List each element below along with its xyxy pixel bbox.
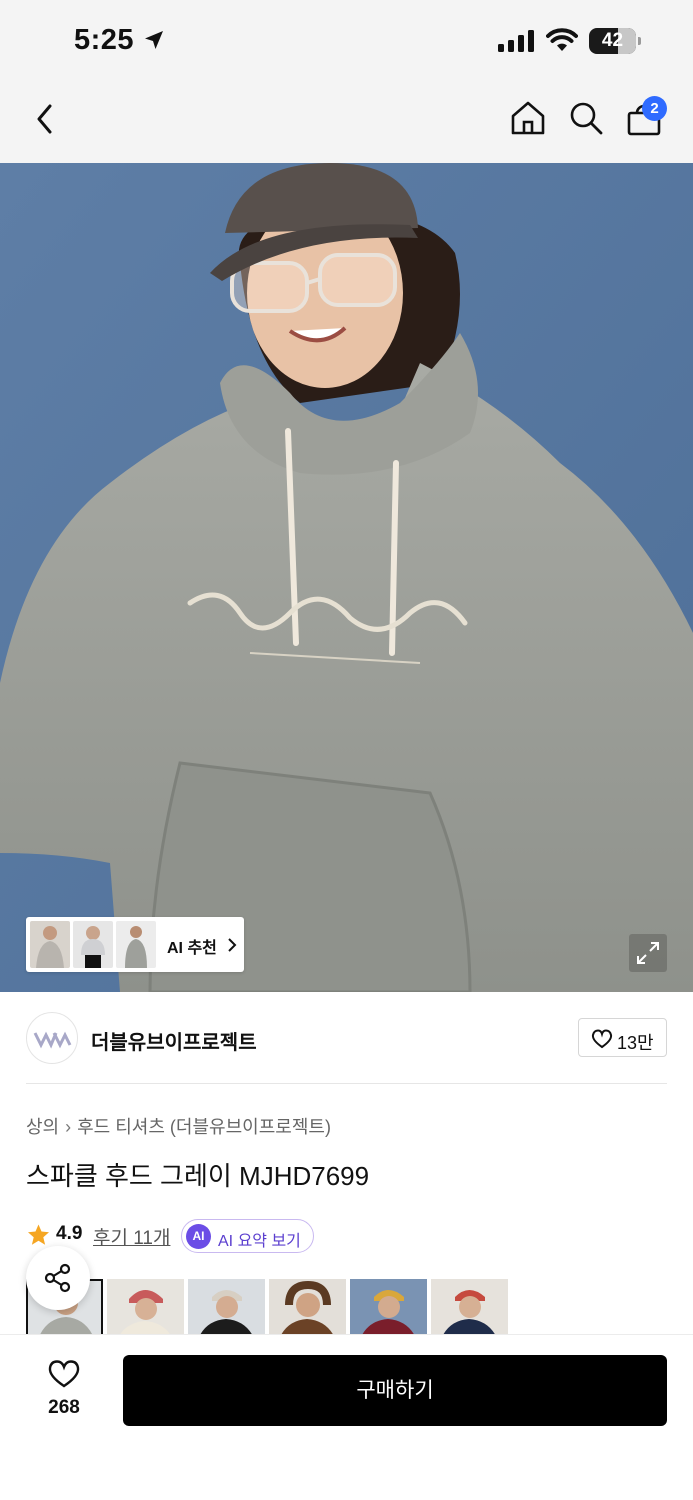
- product-title: 스파클 후드 그레이 MJHD7699: [26, 1161, 370, 1191]
- product-photo-illustration: [0, 163, 693, 992]
- ai-recommend-label: AI 추천: [167, 940, 217, 957]
- cart-count-badge: 2: [642, 96, 667, 121]
- bottom-action-bar: 268 구매하기: [0, 1334, 693, 1500]
- heart-outline-icon: [591, 1029, 613, 1049]
- color-option-strip: [26, 1279, 526, 1334]
- breadcrumb-category[interactable]: 상의: [26, 1117, 59, 1137]
- color-option-thumbnail[interactable]: [431, 1279, 508, 1334]
- ai-recommend-button[interactable]: AI 추천: [26, 917, 244, 972]
- chevron-right-icon: [228, 938, 237, 952]
- wifi-icon: [546, 28, 578, 51]
- color-option-thumbnail[interactable]: [350, 1279, 427, 1334]
- brand-like-button[interactable]: 13만: [578, 1018, 667, 1057]
- rating-score: 4.9: [56, 1223, 83, 1244]
- back-chevron-icon[interactable]: [32, 102, 58, 136]
- battery-level: 42: [601, 30, 624, 51]
- breadcrumb-chevron-icon: ›: [65, 1117, 72, 1137]
- wishlist-heart-icon[interactable]: [47, 1359, 81, 1389]
- rating-row: 4.9 후기 11개 AI AI 요약 보기: [26, 1219, 667, 1253]
- ai-summary-label: AI 요약 보기: [218, 1233, 301, 1250]
- share-icon: [44, 1263, 71, 1293]
- star-icon: [28, 1224, 49, 1245]
- buy-button[interactable]: 구매하기: [123, 1355, 667, 1426]
- brand-row[interactable]: 더블유브이프로젝트 13만: [0, 992, 693, 1084]
- color-option-thumbnail[interactable]: [269, 1279, 346, 1334]
- brand-logo[interactable]: [26, 1012, 78, 1064]
- recommend-thumbnail: [73, 921, 113, 968]
- breadcrumb-subcategory[interactable]: 후드 티셔츠 (더블유브이프로젝트): [77, 1117, 331, 1137]
- product-main-image[interactable]: AI 추천: [0, 163, 693, 992]
- ai-summary-button[interactable]: AI AI 요약 보기: [181, 1219, 314, 1253]
- fullscreen-expand-icon[interactable]: [629, 934, 667, 972]
- cellular-signal-icon: [498, 30, 534, 52]
- location-arrow-icon: [145, 31, 163, 49]
- wishlist-count: 268: [48, 1397, 80, 1418]
- battery-indicator: 42: [589, 28, 641, 54]
- category-breadcrumb: 상의 › 후드 티셔츠 (더블유브이프로젝트): [26, 1113, 331, 1139]
- color-option-thumbnail[interactable]: [188, 1279, 265, 1334]
- divider: [26, 1083, 667, 1084]
- ai-badge-icon: AI: [186, 1224, 211, 1249]
- share-button[interactable]: [26, 1246, 90, 1310]
- top-nav-bar: 2: [0, 80, 693, 163]
- brand-name[interactable]: 더블유브이프로젝트: [91, 1026, 257, 1055]
- brand-like-count: 13만: [617, 1033, 654, 1053]
- status-bar: 5:25 42: [0, 0, 693, 80]
- recommend-thumbnail: [30, 921, 70, 968]
- home-icon[interactable]: [510, 100, 546, 136]
- recommend-thumbnail: [116, 921, 156, 968]
- review-count-link[interactable]: 후기 11개: [93, 1223, 170, 1250]
- color-option-thumbnail[interactable]: [107, 1279, 184, 1334]
- search-icon[interactable]: [568, 100, 604, 136]
- status-time: 5:25: [74, 24, 135, 56]
